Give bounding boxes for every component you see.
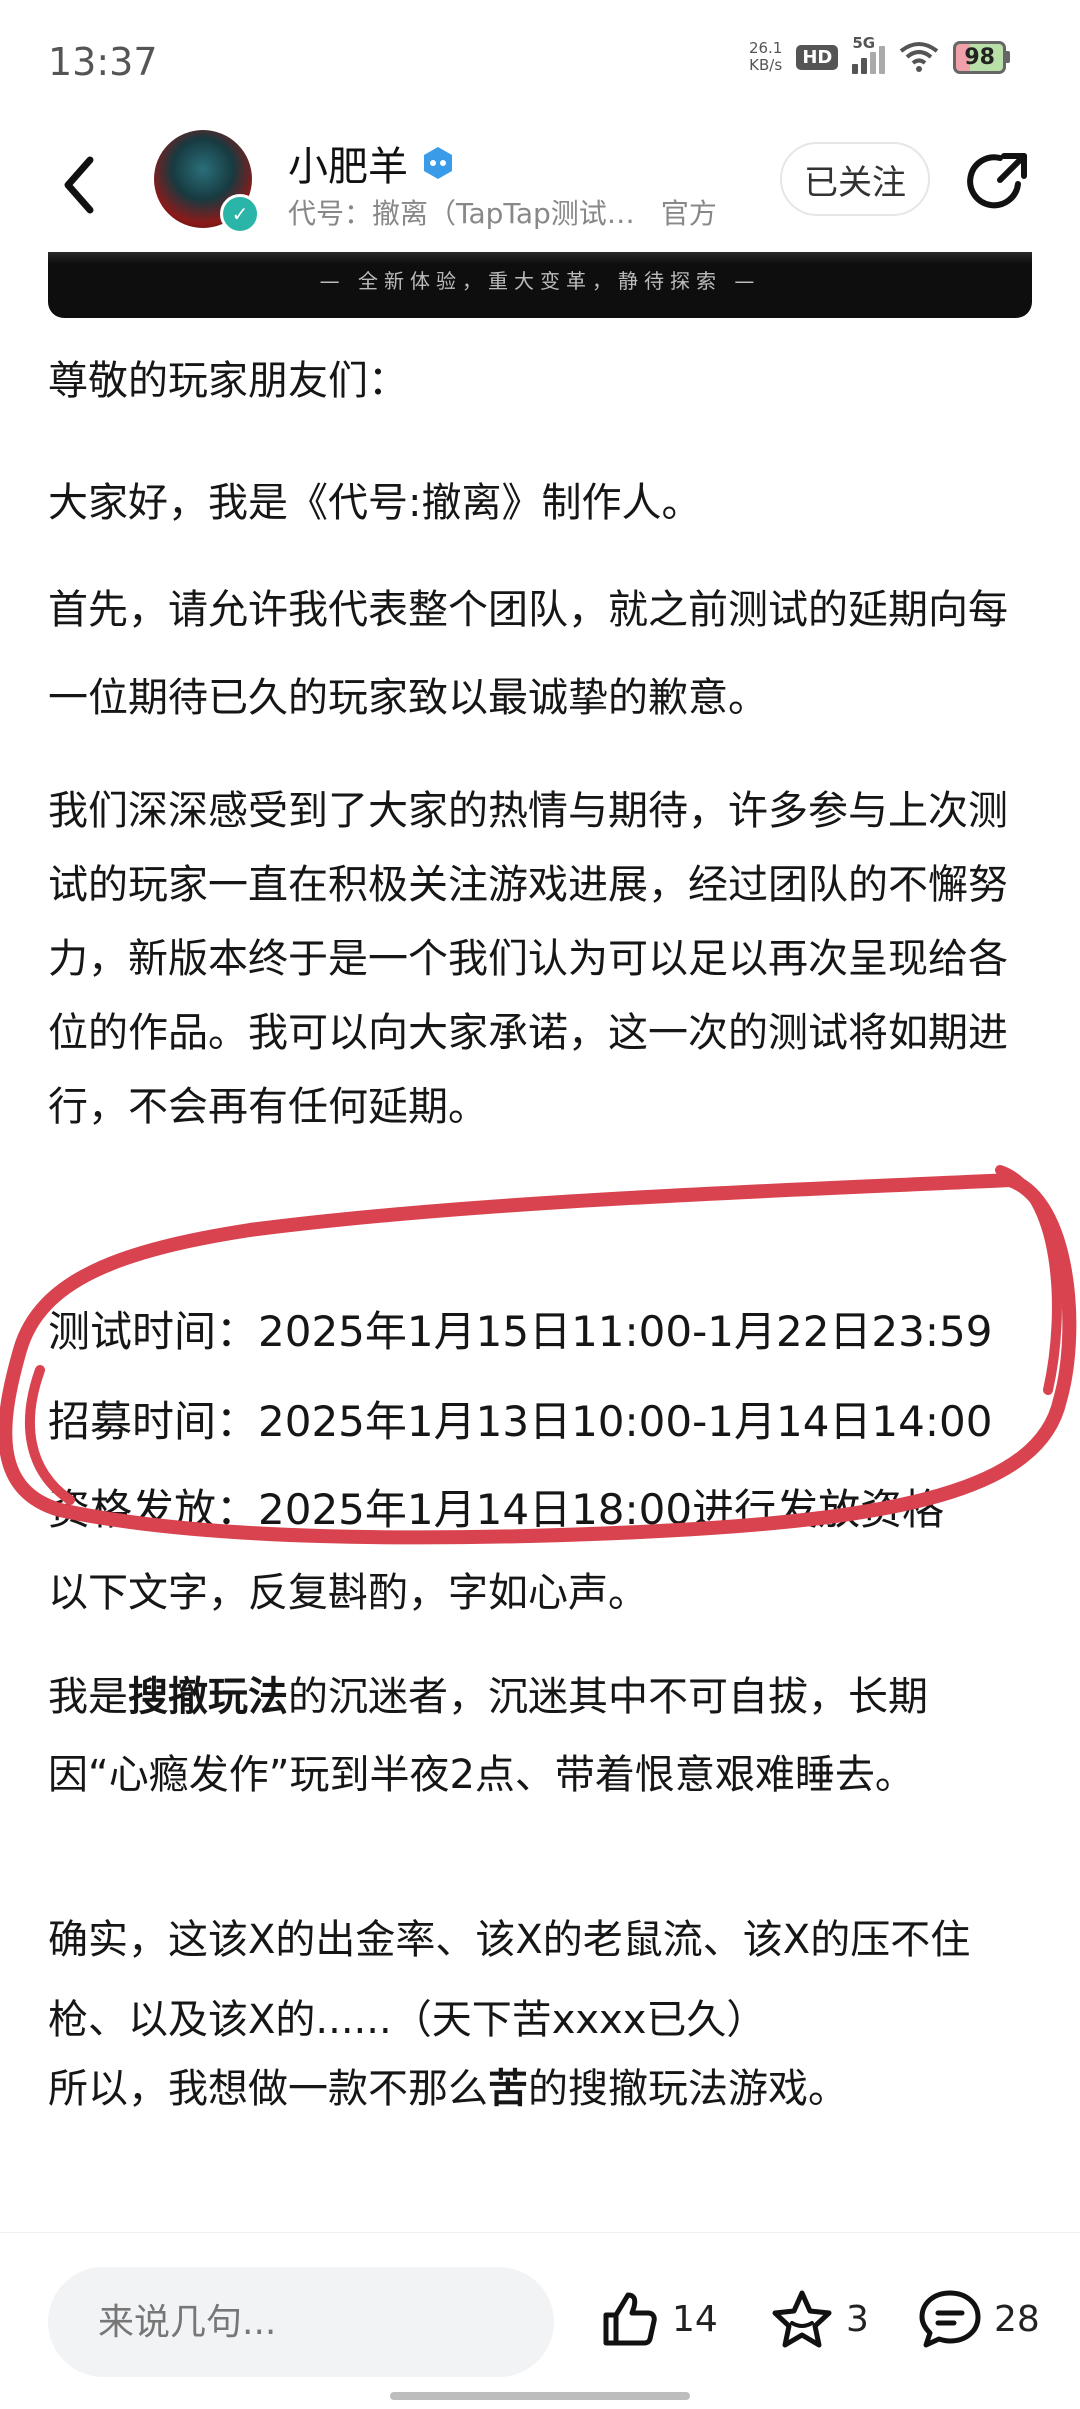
net-speed: 26.1 KB/s [748,39,783,74]
battery-icon: 98 [953,40,1010,74]
complaint-paragraph: 确实，这该X的出金率、该X的老鼠流、该X的压不住枪、以及该X的......（天下… [48,1917,971,2043]
wifi-icon [900,42,939,72]
schedule-row-qualification: 资格发放：2025年1月14日18:00进行发放资格 [48,1485,945,1534]
bold-gameplay: 搜撤玩法 [128,1674,288,1720]
banner-text: — 全新体验，重大变革，静待探索 — [319,269,761,293]
battery-level: 98 [953,40,1006,74]
author-subtitle: 代号：撤离（TapTap测试… 官方 [288,192,717,232]
goal-paragraph: 所以，我想做一款不那么苦的搜撤玩法游戏。 [48,2066,848,2112]
intro-paragraph: 大家好，我是《代号:撤离》制作人。 [48,480,702,526]
share-icon[interactable] [966,148,1032,214]
signal-icon: 5G [852,34,886,74]
star-icon [772,2290,832,2348]
verified-icon [424,147,452,179]
favorite-button[interactable]: 3 [770,2287,869,2351]
like-icon [603,2292,657,2346]
like-count: 14 [672,2298,718,2340]
comment-input[interactable] [48,2267,554,2377]
status-icons: 26.1 KB/s HD 5G 98 [748,34,1010,74]
player-paragraph: 我是搜撤玩法的沉迷者，沉迷其中不可自拔，长期因“心瘾发作”玩到半夜2点、带着恨意… [48,1674,928,1798]
certified-badge-icon: ✓ [220,194,260,234]
status-bar: 13:37 26.1 KB/s HD 5G 98 [0,0,1080,120]
like-button[interactable]: 14 [596,2287,718,2351]
author-name: 小肥羊 [288,144,408,190]
schedule-row-recruit: 招募时间：2025年1月13日10:00-1月14日14:00 [48,1397,993,1446]
bottom-action-bar: 14 3 28 [0,2232,1080,2409]
apology-paragraph: 首先，请允许我代表整个团队，就之前测试的延期向每一位期待已久的玩家致以最诚挚的歉… [48,587,1008,721]
words-paragraph: 以下文字，反复斟酌，字如心声。 [48,1570,648,1616]
comment-count: 28 [994,2298,1040,2340]
follow-button[interactable]: 已关注 [780,142,930,216]
favorite-count: 3 [846,2298,869,2340]
article-banner-image: — 全新体验，重大变革，静待探索 — [48,252,1032,318]
official-label: 官方 [660,197,717,230]
comment-icon [919,2290,981,2348]
author-name-row[interactable]: 小肥羊 [288,134,456,192]
hd-icon: HD [796,44,839,70]
network-type: 5G [852,34,876,52]
post-header: ✓ 小肥羊 代号：撤离（TapTap测试… 官方 已关注 [0,120,1080,250]
greeting-paragraph: 尊敬的玩家朋友们： [48,358,408,404]
avatar[interactable]: ✓ [154,130,260,234]
game-name: 代号：撤离（TapTap测试… [288,197,635,230]
home-indicator[interactable] [390,2392,690,2400]
bold-bitter: 苦 [488,2066,528,2112]
status-time: 13:37 [48,40,158,84]
thanks-paragraph: 我们深深感受到了大家的热情与期待，许多参与上次测试的玩家一直在积极关注游戏进展，… [48,788,1008,1130]
comment-button[interactable]: 28 [918,2287,1040,2351]
schedule-row-test: 测试时间：2025年1月15日11:00-1月22日23:59 [48,1307,993,1356]
back-arrow-icon[interactable] [56,150,106,220]
